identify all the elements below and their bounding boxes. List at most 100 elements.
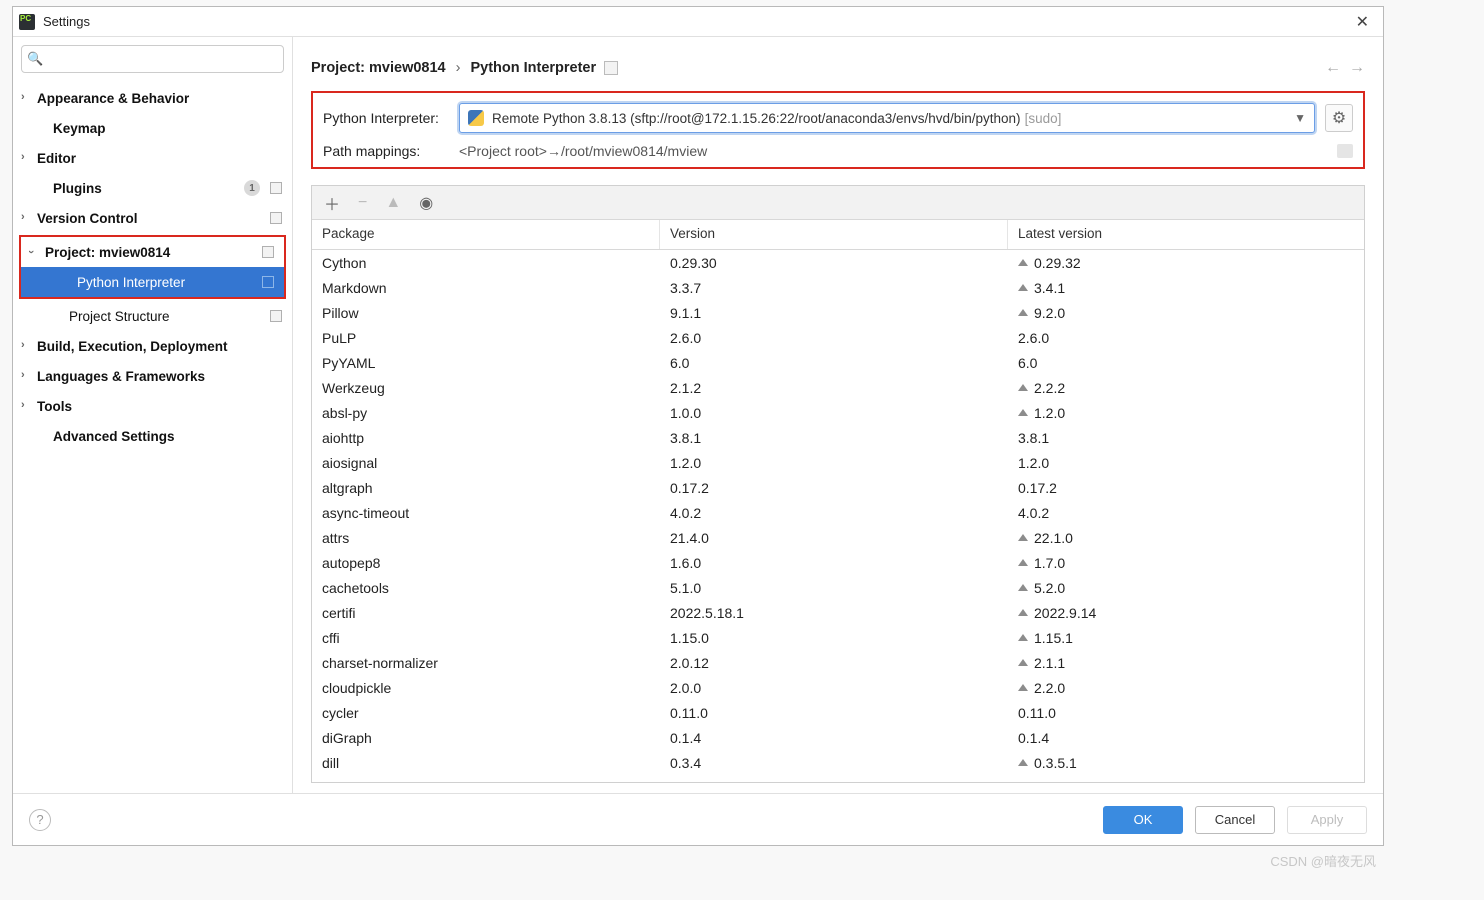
folder-icon[interactable] <box>1337 144 1353 158</box>
nav-back-icon[interactable]: ← <box>1325 59 1341 77</box>
nav-label: Tools <box>37 399 72 414</box>
package-row[interactable]: charset-normalizer2.0.122.1.1 <box>312 650 1364 675</box>
pkg-name: diGraph <box>312 730 660 746</box>
scope-icon <box>262 246 274 258</box>
path-mappings-label: Path mappings: <box>323 143 449 159</box>
upgrade-icon <box>1018 284 1028 291</box>
package-row[interactable]: Cython0.29.300.29.32 <box>312 250 1364 275</box>
nav-forward-icon[interactable]: → <box>1349 59 1365 77</box>
nav-label: Appearance & Behavior <box>37 91 189 106</box>
package-row[interactable]: cachetools5.1.05.2.0 <box>312 575 1364 600</box>
pkg-version: 21.4.0 <box>660 530 1008 546</box>
package-row[interactable]: aiosignal1.2.01.2.0 <box>312 450 1364 475</box>
pkg-version: 1.15.0 <box>660 630 1008 646</box>
nav-keymap[interactable]: Keymap <box>13 113 292 143</box>
package-row[interactable]: async-timeout4.0.24.0.2 <box>312 500 1364 525</box>
cancel-button[interactable]: Cancel <box>1195 806 1275 834</box>
header-package[interactable]: Package <box>312 220 660 249</box>
nav-project-structure[interactable]: Project Structure <box>13 301 292 331</box>
nav-tools[interactable]: ›Tools <box>13 391 292 421</box>
pkg-latest: 5.2.0 <box>1008 580 1364 596</box>
header-version[interactable]: Version <box>660 220 1008 249</box>
pkg-latest: 0.1.4 <box>1008 730 1364 746</box>
pkg-version: 2.0.12 <box>660 655 1008 671</box>
nav-project[interactable]: ›Project: mview0814 <box>21 237 284 267</box>
package-row[interactable]: PyYAML6.06.0 <box>312 350 1364 375</box>
interpreter-suffix: [sudo] <box>1025 111 1062 126</box>
scope-icon <box>270 182 282 194</box>
nav-advanced[interactable]: Advanced Settings <box>13 421 292 451</box>
nav-build[interactable]: ›Build, Execution, Deployment <box>13 331 292 361</box>
show-early-releases-button[interactable]: ◉ <box>419 193 433 213</box>
pkg-version: 5.1.0 <box>660 580 1008 596</box>
package-row[interactable]: diGraph0.1.40.1.4 <box>312 725 1364 750</box>
packages-body[interactable]: Cython0.29.300.29.32Markdown3.3.73.4.1Pi… <box>312 250 1364 782</box>
pkg-latest: 2022.9.14 <box>1008 605 1364 621</box>
pkg-version: 3.8.1 <box>660 430 1008 446</box>
ok-button[interactable]: OK <box>1103 806 1183 834</box>
main-panel: Project: mview0814 › Python Interpreter … <box>293 37 1383 793</box>
nav-lang[interactable]: ›Languages & Frameworks <box>13 361 292 391</box>
package-row[interactable]: cffi1.15.01.15.1 <box>312 625 1364 650</box>
interpreter-select[interactable]: Remote Python 3.8.13 (sftp://root@172.1.… <box>459 103 1315 133</box>
nav-label: Build, Execution, Deployment <box>37 339 228 354</box>
pkg-name: Werkzeug <box>312 380 660 396</box>
pkg-version: 3.3.7 <box>660 280 1008 296</box>
package-row[interactable]: autopep81.6.01.7.0 <box>312 550 1364 575</box>
pkg-name: cffi <box>312 630 660 646</box>
pkg-version: 0.11.0 <box>660 705 1008 721</box>
pkg-latest: 1.15.1 <box>1008 630 1364 646</box>
pkg-latest: 2.2.2 <box>1008 380 1364 396</box>
upgrade-package-button[interactable]: ▲ <box>385 194 401 212</box>
pkg-latest: 0.11.0 <box>1008 705 1364 721</box>
pkg-latest: 0.17.2 <box>1008 480 1364 496</box>
nav-python-interpreter[interactable]: Python Interpreter <box>21 267 284 297</box>
package-row[interactable]: dill0.3.40.3.5.1 <box>312 750 1364 775</box>
package-row[interactable]: PuLP2.6.02.6.0 <box>312 325 1364 350</box>
nav-label: Advanced Settings <box>53 429 175 444</box>
pkg-version: 0.1.4 <box>660 730 1008 746</box>
nav-label: Project Structure <box>69 309 170 324</box>
upgrade-icon <box>1018 609 1028 616</box>
pkg-name: cycler <box>312 705 660 721</box>
project-highlight-box: ›Project: mview0814 Python Interpreter <box>19 235 286 299</box>
scope-icon <box>262 276 274 288</box>
close-icon[interactable]: ✕ <box>1348 8 1377 36</box>
remove-package-button[interactable]: − <box>358 194 367 212</box>
nav-appearance[interactable]: ›Appearance & Behavior <box>13 83 292 113</box>
upgrade-icon <box>1018 584 1028 591</box>
upgrade-icon <box>1018 534 1028 541</box>
breadcrumb-project: Project: mview0814 <box>311 60 446 76</box>
pkg-latest: 1.7.0 <box>1008 555 1364 571</box>
package-row[interactable]: Werkzeug2.1.22.2.2 <box>312 375 1364 400</box>
pkg-name: Cython <box>312 255 660 271</box>
package-row[interactable]: cloudpickle2.0.02.2.0 <box>312 675 1364 700</box>
pkg-version: 4.0.2 <box>660 505 1008 521</box>
pkg-latest: 0.29.32 <box>1008 255 1364 271</box>
pkg-latest: 1.2.0 <box>1008 405 1364 421</box>
nav-editor[interactable]: ›Editor <box>13 143 292 173</box>
interpreter-settings-button[interactable]: ⚙ <box>1325 104 1353 132</box>
upgrade-icon <box>1018 409 1028 416</box>
help-button[interactable]: ? <box>29 809 51 831</box>
pkg-latest: 1.2.0 <box>1008 455 1364 471</box>
nav-vcs[interactable]: ›Version Control <box>13 203 292 233</box>
package-row[interactable]: absl-py1.0.01.2.0 <box>312 400 1364 425</box>
package-row[interactable]: certifi2022.5.18.12022.9.14 <box>312 600 1364 625</box>
pkg-name: Pillow <box>312 305 660 321</box>
package-row[interactable]: attrs21.4.022.1.0 <box>312 525 1364 550</box>
package-row[interactable]: Pillow9.1.19.2.0 <box>312 300 1364 325</box>
package-row[interactable]: cycler0.11.00.11.0 <box>312 700 1364 725</box>
header-latest[interactable]: Latest version <box>1008 220 1364 249</box>
nav-plugins[interactable]: Plugins1 <box>13 173 292 203</box>
title-bar: Settings ✕ <box>13 7 1383 37</box>
package-row[interactable]: Markdown3.3.73.4.1 <box>312 275 1364 300</box>
add-package-button[interactable]: ＋ <box>324 191 340 215</box>
interpreter-label: Python Interpreter: <box>323 110 449 126</box>
apply-button[interactable]: Apply <box>1287 806 1367 834</box>
path-mappings-text: <Project root>→/root/mview0814/mview <box>459 143 707 159</box>
search-icon: 🔍 <box>27 51 43 67</box>
package-row[interactable]: altgraph0.17.20.17.2 <box>312 475 1364 500</box>
package-row[interactable]: aiohttp3.8.13.8.1 <box>312 425 1364 450</box>
search-input[interactable] <box>21 45 284 73</box>
